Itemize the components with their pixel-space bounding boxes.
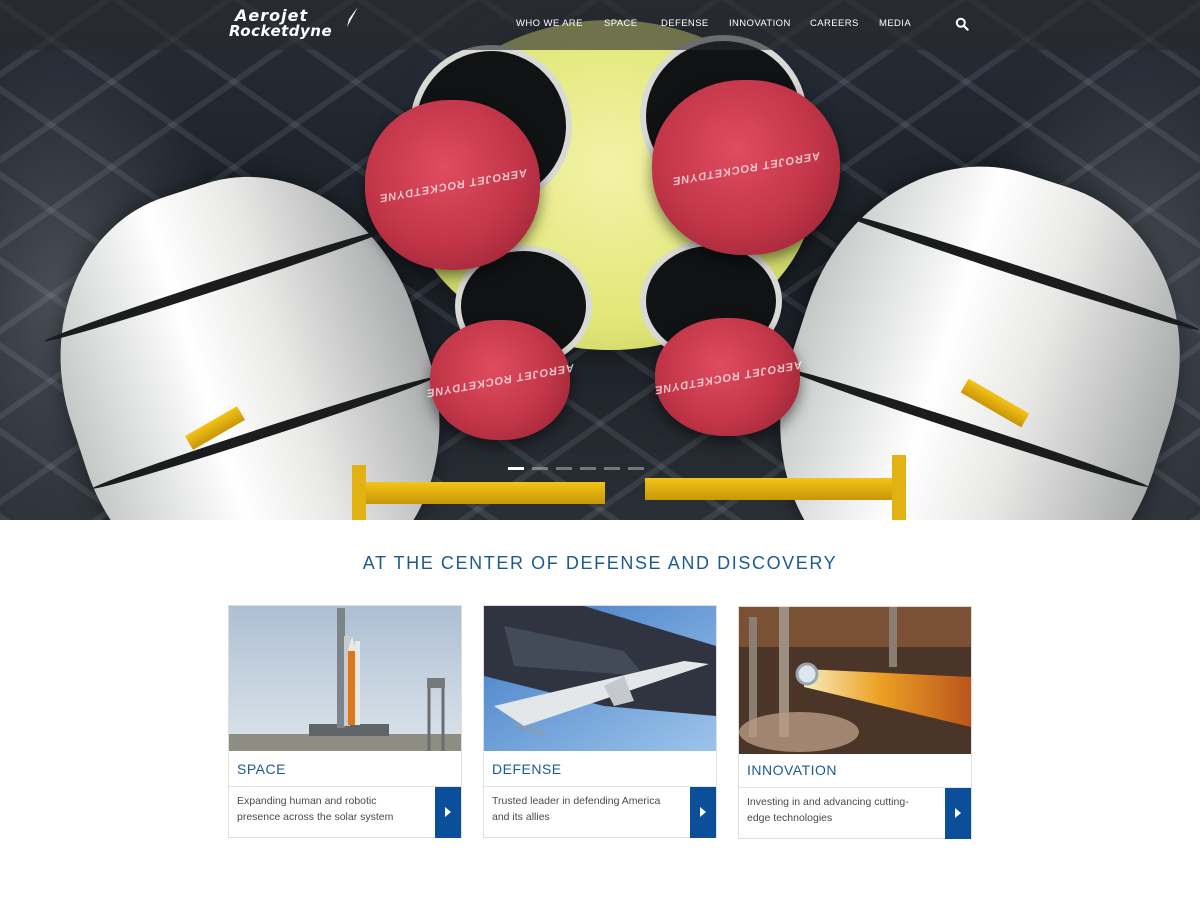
card-title: SPACE xyxy=(237,761,286,777)
card-description: Investing in and advancing cutting-edge … xyxy=(747,796,909,824)
engine-cover: AEROJET ROCKETDYNE xyxy=(425,320,575,440)
nav-item-innovation[interactable]: INNOVATION xyxy=(729,18,791,29)
nav-item-space[interactable]: SPACE xyxy=(604,18,638,29)
card-description: Trusted leader in defending America and … xyxy=(492,795,661,823)
nav-item-careers[interactable]: CAREERS xyxy=(810,18,859,29)
card-defense[interactable]: DEFENSE Trusted leader in defending Amer… xyxy=(483,605,717,838)
slider-dot[interactable] xyxy=(604,467,620,470)
engine-cover: AEROJET ROCKETDYNE xyxy=(653,318,802,436)
engine-cover: AEROJET ROCKETDYNE xyxy=(652,80,840,255)
work-platform xyxy=(355,482,605,504)
card-description: Expanding human and robotic presence acr… xyxy=(237,795,394,823)
card-innovation[interactable]: INNOVATION Investing in and advancing cu… xyxy=(738,606,972,839)
slider-dot[interactable] xyxy=(556,467,572,470)
card-title: DEFENSE xyxy=(492,761,562,777)
card-arrow-button[interactable] xyxy=(690,787,716,838)
card-image-innovation xyxy=(739,607,971,754)
page-title: AT THE CENTER OF DEFENSE AND DISCOVERY xyxy=(362,553,838,573)
slider-dot[interactable] xyxy=(508,467,524,470)
work-platform xyxy=(645,478,895,500)
chevron-right-icon xyxy=(445,807,451,817)
nav-item-media[interactable]: MEDIA xyxy=(879,18,911,29)
slider-dot[interactable] xyxy=(628,467,644,470)
slider-dot[interactable] xyxy=(580,467,596,470)
slider-indicator[interactable] xyxy=(508,467,644,470)
card-arrow-button[interactable] xyxy=(435,787,461,838)
card-image-defense xyxy=(484,606,716,751)
chevron-right-icon xyxy=(955,808,961,818)
slider-dot[interactable] xyxy=(532,467,548,470)
engine-cover: AEROJET ROCKETDYNE xyxy=(365,100,540,270)
card-arrow-button[interactable] xyxy=(945,788,971,839)
hero-banner: AEROJET ROCKETDYNE AEROJET ROCKETDYNE AE… xyxy=(0,0,1200,520)
card-space[interactable]: SPACE Expanding human and robotic presen… xyxy=(228,605,462,838)
card-image-space xyxy=(229,606,461,751)
search-icon[interactable] xyxy=(955,17,969,31)
card-title: INNOVATION xyxy=(747,762,838,778)
main-nav: WHO WE ARE SPACE DEFENSE INNOVATION CARE… xyxy=(0,0,1200,50)
nav-item-who-we-are[interactable]: WHO WE ARE xyxy=(516,18,583,29)
nav-item-defense[interactable]: DEFENSE xyxy=(661,18,709,29)
chevron-right-icon xyxy=(700,807,706,817)
site-header: Aerojet Rocketdyne WHO WE ARE SPACE DEFE… xyxy=(0,0,1200,50)
